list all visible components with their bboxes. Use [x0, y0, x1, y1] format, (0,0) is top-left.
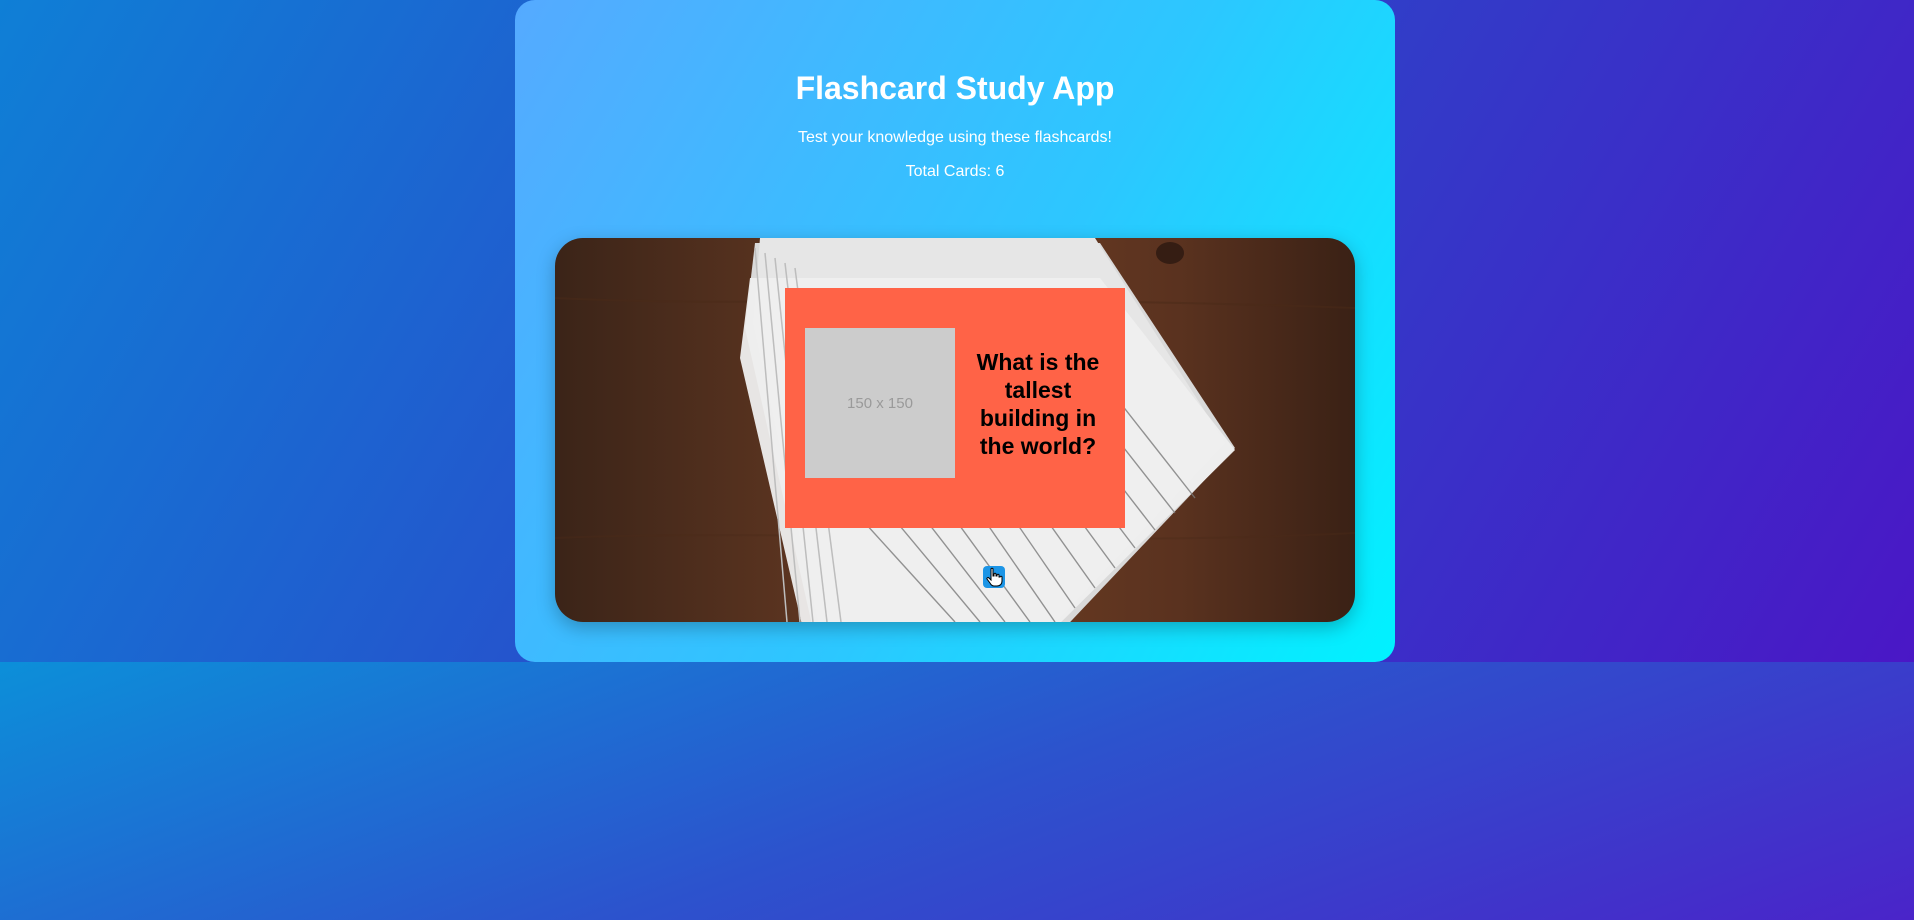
app-title: Flashcard Study App: [795, 70, 1115, 106]
page-background-lower: [0, 662, 1914, 920]
hand-pointer-icon: [986, 567, 1003, 587]
placeholder-label: 150 x 150: [847, 394, 913, 412]
card-question: What is the tallest building in the worl…: [976, 349, 1100, 459]
flashcard-stage: 150 x 150 What is the tallest building i…: [555, 238, 1355, 622]
app-container: Flashcard Study App Test your knowledge …: [515, 0, 1395, 662]
app-subtitle: Test your knowledge using these flashcar…: [798, 129, 1112, 146]
flashcard[interactable]: 150 x 150 What is the tallest building i…: [785, 288, 1125, 528]
flip-card-button[interactable]: [983, 566, 1005, 588]
card-image-placeholder: 150 x 150: [805, 328, 955, 478]
total-cards-count: Total Cards: 6: [905, 163, 1005, 180]
